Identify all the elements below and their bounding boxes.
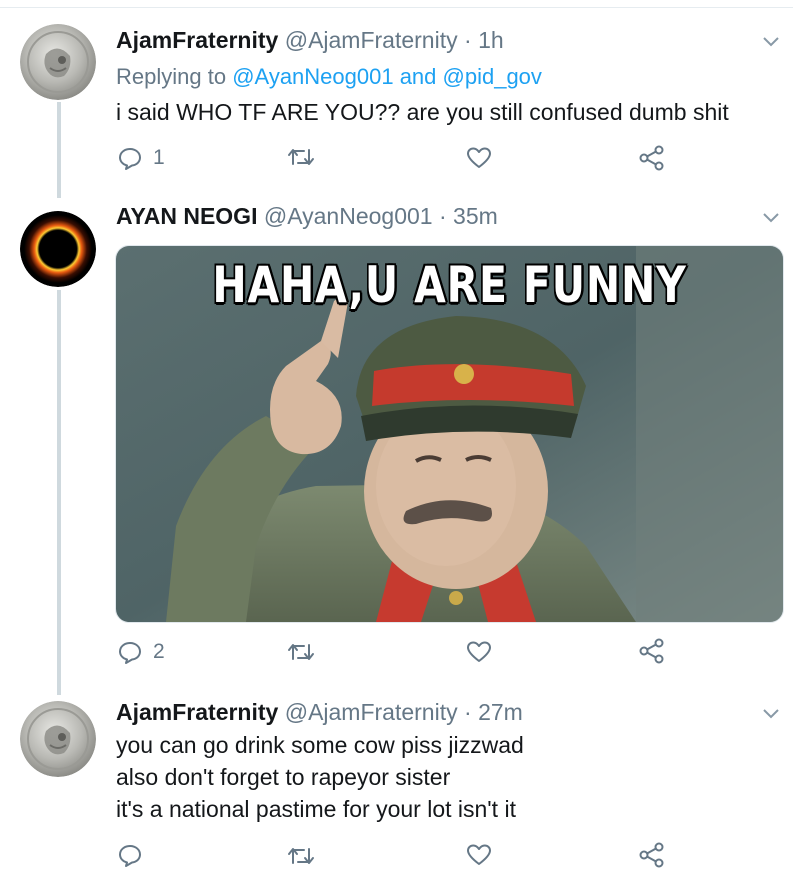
- retweet-button[interactable]: [287, 641, 315, 663]
- replying-to: Replying to @AyanNeog001 and @pid_gov: [116, 64, 542, 90]
- share-icon: [639, 638, 664, 664]
- like-icon: [467, 641, 491, 662]
- chevron-down-icon[interactable]: [762, 708, 780, 720]
- avatar[interactable]: [20, 211, 96, 287]
- meme-caption: HAHA,U ARE FUNNY: [212, 256, 687, 314]
- like-icon: [467, 844, 491, 865]
- timestamp[interactable]: 27m: [478, 699, 523, 725]
- reply-button[interactable]: [117, 843, 153, 867]
- tweet-text-line: i said WHO TF ARE YOU?? are you still co…: [116, 99, 729, 125]
- retweet-icon: [288, 644, 314, 660]
- retweet-button[interactable]: [287, 146, 315, 168]
- share-button[interactable]: [639, 842, 665, 868]
- like-button[interactable]: [466, 146, 492, 170]
- avatar[interactable]: [20, 24, 96, 100]
- reply-prefix: Replying to: [116, 64, 227, 89]
- display-name[interactable]: AjamFraternity: [116, 27, 278, 53]
- chevron-down-icon[interactable]: [762, 212, 780, 224]
- share-icon: [639, 842, 664, 868]
- share-icon: [639, 145, 664, 171]
- retweet-icon: [288, 149, 314, 165]
- tweet-text: you can go drink some cow piss jizzwad a…: [116, 729, 524, 825]
- tweet-text: i said WHO TF ARE YOU?? are you still co…: [116, 96, 729, 128]
- reply-count: 1: [153, 146, 165, 169]
- thread-connector: [57, 290, 61, 695]
- reply-button[interactable]: 2: [117, 640, 165, 664]
- reply-targets[interactable]: @AyanNeog001 and @pid_gov: [232, 64, 542, 89]
- thread-connector: [57, 102, 61, 198]
- retweet-button[interactable]: [287, 845, 315, 867]
- reply-icon: [119, 845, 141, 867]
- reply-count: 2: [153, 640, 165, 663]
- like-icon: [467, 147, 491, 168]
- like-button[interactable]: [466, 843, 492, 867]
- tweet-header: AjamFraternity @AjamFraternity · 27m: [116, 699, 523, 726]
- retweet-icon: [288, 848, 314, 864]
- reply-icon: [119, 642, 141, 664]
- like-button[interactable]: [466, 640, 492, 664]
- reply-button[interactable]: 1: [117, 146, 165, 170]
- tweet-text-line: also don't forget to rapeyor sister: [116, 764, 451, 790]
- display-name[interactable]: AYAN NEOGI: [116, 203, 257, 229]
- share-button[interactable]: [639, 145, 665, 171]
- tweet-media-image[interactable]: HAHA,U ARE FUNNY: [115, 245, 784, 623]
- reply-icon: [119, 148, 141, 170]
- chevron-down-icon[interactable]: [762, 36, 780, 48]
- user-handle[interactable]: @AyanNeog001: [264, 203, 433, 229]
- avatar[interactable]: [20, 701, 96, 777]
- tweet-text-line: you can go drink some cow piss jizzwad: [116, 732, 524, 758]
- separator: ·: [438, 203, 447, 229]
- share-button[interactable]: [639, 638, 665, 664]
- tweet-header: AYAN NEOGI @AyanNeog001 · 35m: [116, 203, 498, 230]
- tweet-header: AjamFraternity @AjamFraternity · 1h: [116, 27, 504, 54]
- separator: ·: [464, 27, 472, 53]
- user-handle[interactable]: @AjamFraternity: [285, 27, 458, 53]
- timestamp[interactable]: 35m: [453, 203, 498, 229]
- separator: ·: [464, 699, 472, 725]
- top-divider: [0, 7, 793, 8]
- user-handle[interactable]: @AjamFraternity: [285, 699, 458, 725]
- tweet-text-line: it's a national pastime for your lot isn…: [116, 796, 516, 822]
- display-name[interactable]: AjamFraternity: [116, 699, 278, 725]
- timestamp[interactable]: 1h: [478, 27, 504, 53]
